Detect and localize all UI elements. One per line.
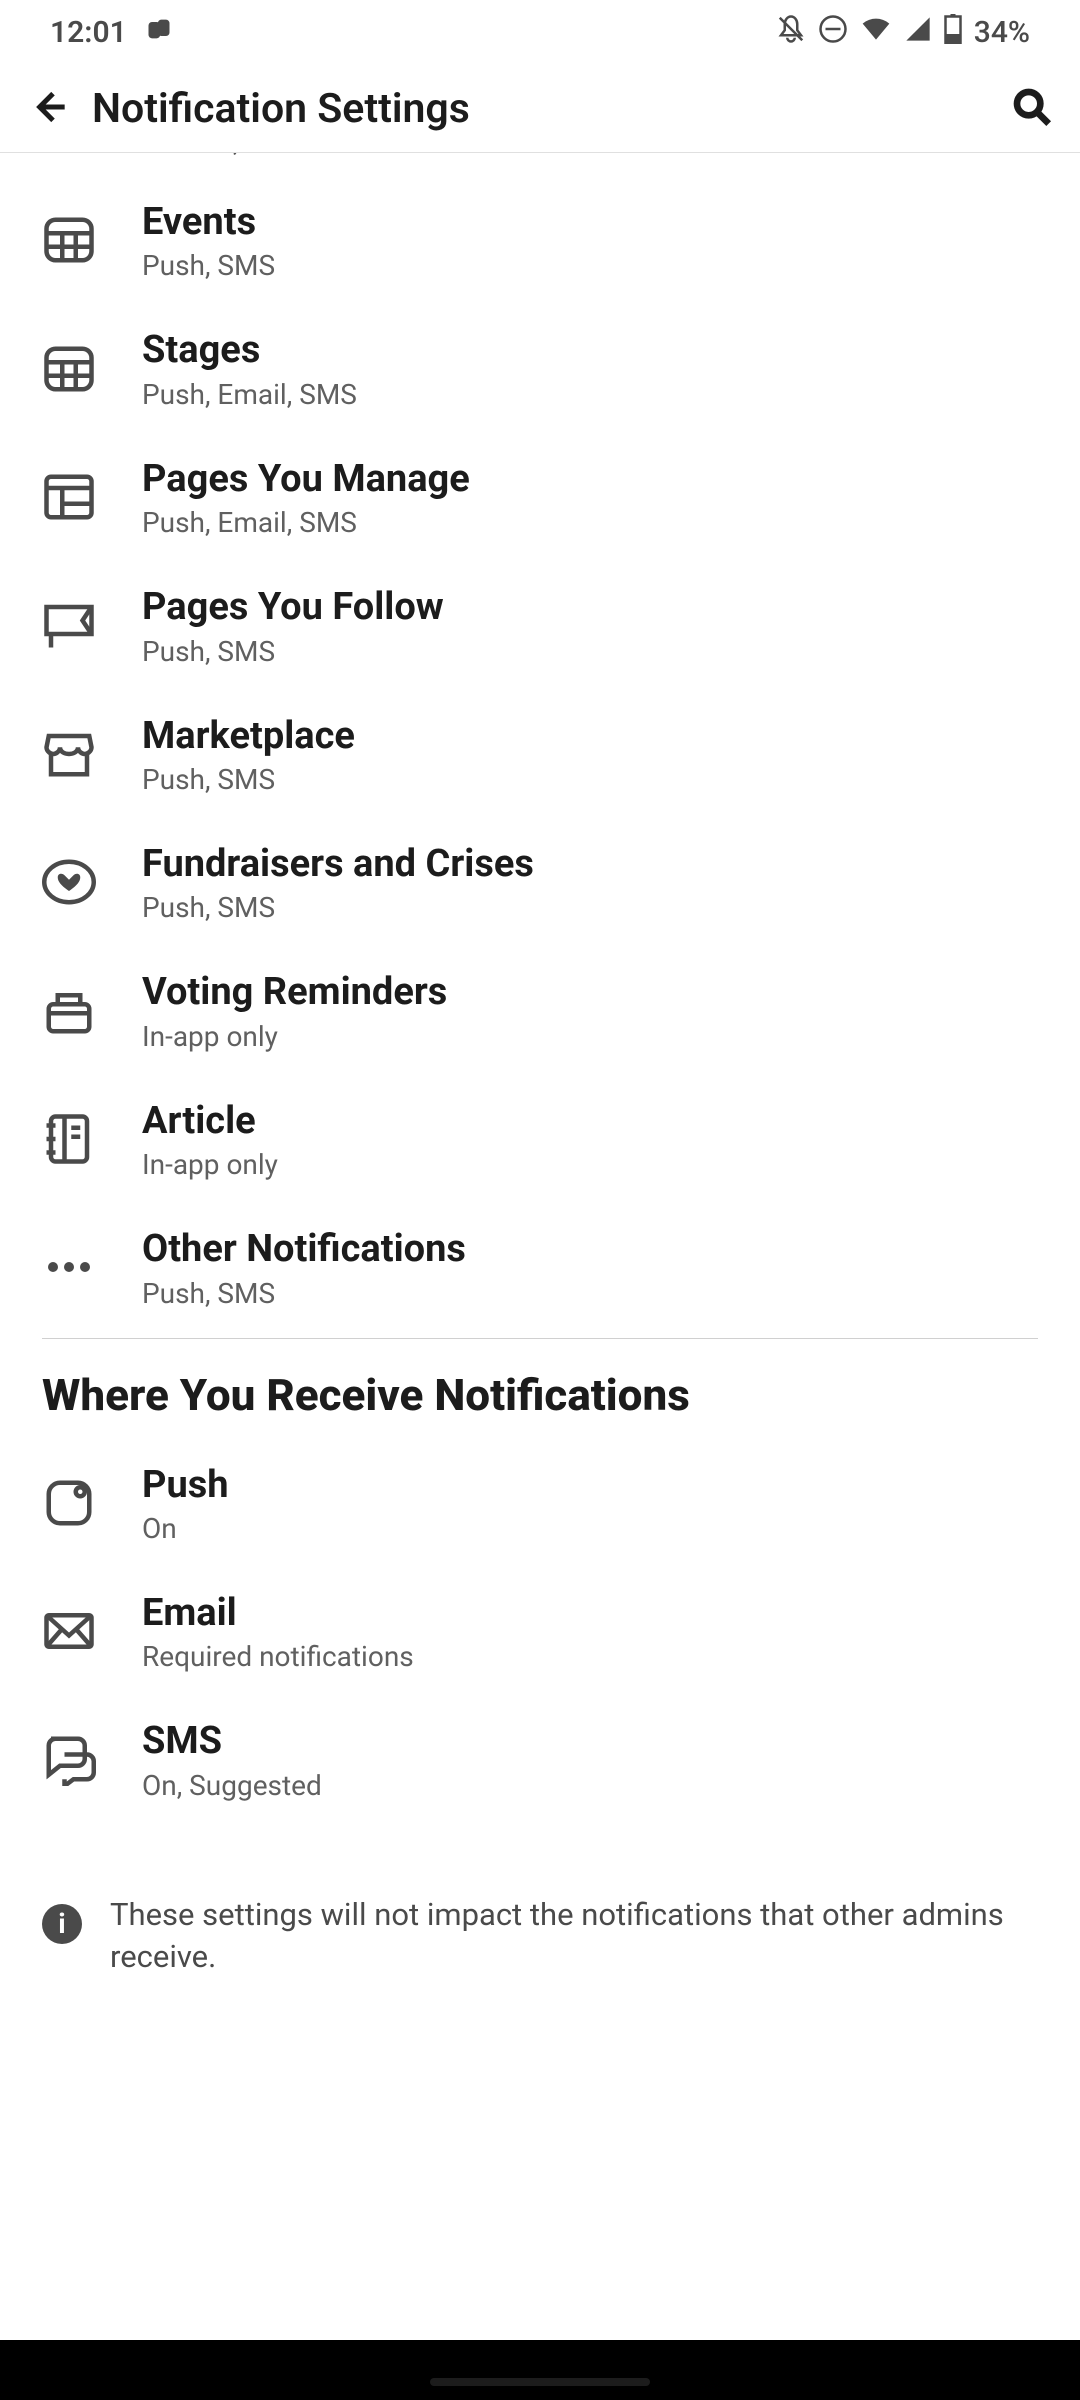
list-item-other[interactable]: Other Notifications Push, SMS <box>0 1203 1080 1331</box>
push-icon <box>42 1476 96 1530</box>
row-subtitle: On, Suggested <box>142 1769 1038 1802</box>
calendar-icon <box>42 213 96 267</box>
row-subtitle: Push, SMS <box>142 763 1038 796</box>
row-title: Pages You Manage <box>142 455 1038 504</box>
heart-circle-icon <box>42 855 96 909</box>
box-icon <box>42 984 96 1038</box>
info-icon: i <box>42 1904 82 1944</box>
row-title: Voting Reminders <box>142 968 1038 1017</box>
chat-icon <box>42 1732 96 1786</box>
nav-bar-area <box>0 2340 1080 2400</box>
list-item-pages-follow[interactable]: Pages You Follow Push, SMS <box>0 561 1080 689</box>
row-subtitle: Push, SMS <box>142 1277 1038 1310</box>
settings-list[interactable]: Push, SMS Events Push, SMS Stages Push, … <box>0 153 1080 2333</box>
list-item-fundraisers[interactable]: Fundraisers and Crises Push, SMS <box>0 818 1080 946</box>
row-title: Fundraisers and Crises <box>142 840 1038 889</box>
list-item-article[interactable]: Article In-app only <box>0 1075 1080 1203</box>
calendar-icon <box>42 342 96 396</box>
dots-icon <box>42 1240 96 1294</box>
list-item-marketplace[interactable]: Marketplace Push, SMS <box>0 690 1080 818</box>
app-header: Notification Settings <box>0 65 1080 153</box>
footer-note: i These settings will not impact the not… <box>0 1860 1080 2012</box>
mute-icon <box>776 14 806 52</box>
list-item-push[interactable]: Push On <box>0 1439 1080 1567</box>
list-item-voting[interactable]: Voting Reminders In-app only <box>0 946 1080 1074</box>
search-button[interactable] <box>1012 87 1052 131</box>
section-header: Where You Receive Notifications <box>0 1339 1080 1439</box>
row-title: Marketplace <box>142 712 1038 761</box>
row-subtitle: Required notifications <box>142 1640 1038 1673</box>
row-title: Pages You Follow <box>142 583 1038 632</box>
list-item-partial[interactable]: Push, SMS <box>130 153 1080 176</box>
row-subtitle: In-app only <box>142 1020 1038 1053</box>
row-subtitle: In-app only <box>142 1148 1038 1181</box>
row-subtitle: Push, SMS <box>142 249 1038 282</box>
home-indicator[interactable] <box>430 2378 650 2386</box>
row-title: Other Notifications <box>142 1225 1038 1274</box>
row-subtitle: Push, Email, SMS <box>142 378 1038 411</box>
flag-icon <box>42 598 96 652</box>
row-subtitle: Push, SMS <box>142 635 1038 668</box>
back-button[interactable] <box>28 87 68 131</box>
battery-icon <box>944 14 962 52</box>
row-subtitle: On <box>142 1512 1038 1545</box>
row-subtitle: Push, Email, SMS <box>142 506 1038 539</box>
row-title: SMS <box>142 1717 1038 1766</box>
list-item-email[interactable]: Email Required notifications <box>0 1567 1080 1695</box>
notebook-icon <box>42 1112 96 1166</box>
row-title: Article <box>142 1097 1038 1146</box>
vpn-icon <box>145 15 173 51</box>
list-item-stages[interactable]: Stages Push, Email, SMS <box>0 304 1080 432</box>
row-subtitle: Push, SMS <box>170 153 303 158</box>
footer-text: These settings will not impact the notif… <box>110 1894 1038 1978</box>
battery-percent: 34% <box>974 15 1030 50</box>
list-item-pages-manage[interactable]: Pages You Manage Push, Email, SMS <box>0 433 1080 561</box>
row-title: Events <box>142 198 1038 247</box>
page-title: Notification Settings <box>92 85 988 133</box>
list-item-events[interactable]: Events Push, SMS <box>0 176 1080 304</box>
status-time: 12:01 <box>50 15 127 50</box>
dnd-icon <box>818 14 848 52</box>
row-title: Stages <box>142 326 1038 375</box>
layout-icon <box>42 470 96 524</box>
store-icon <box>42 727 96 781</box>
row-title: Push <box>142 1461 1038 1510</box>
mail-icon <box>42 1604 96 1658</box>
signal-icon <box>904 15 932 51</box>
row-subtitle: Push, SMS <box>142 891 1038 924</box>
row-title: Email <box>142 1589 1038 1638</box>
list-item-sms[interactable]: SMS On, Suggested <box>0 1695 1080 1823</box>
wifi-icon <box>860 13 892 53</box>
status-bar: 12:01 34% <box>0 0 1080 65</box>
